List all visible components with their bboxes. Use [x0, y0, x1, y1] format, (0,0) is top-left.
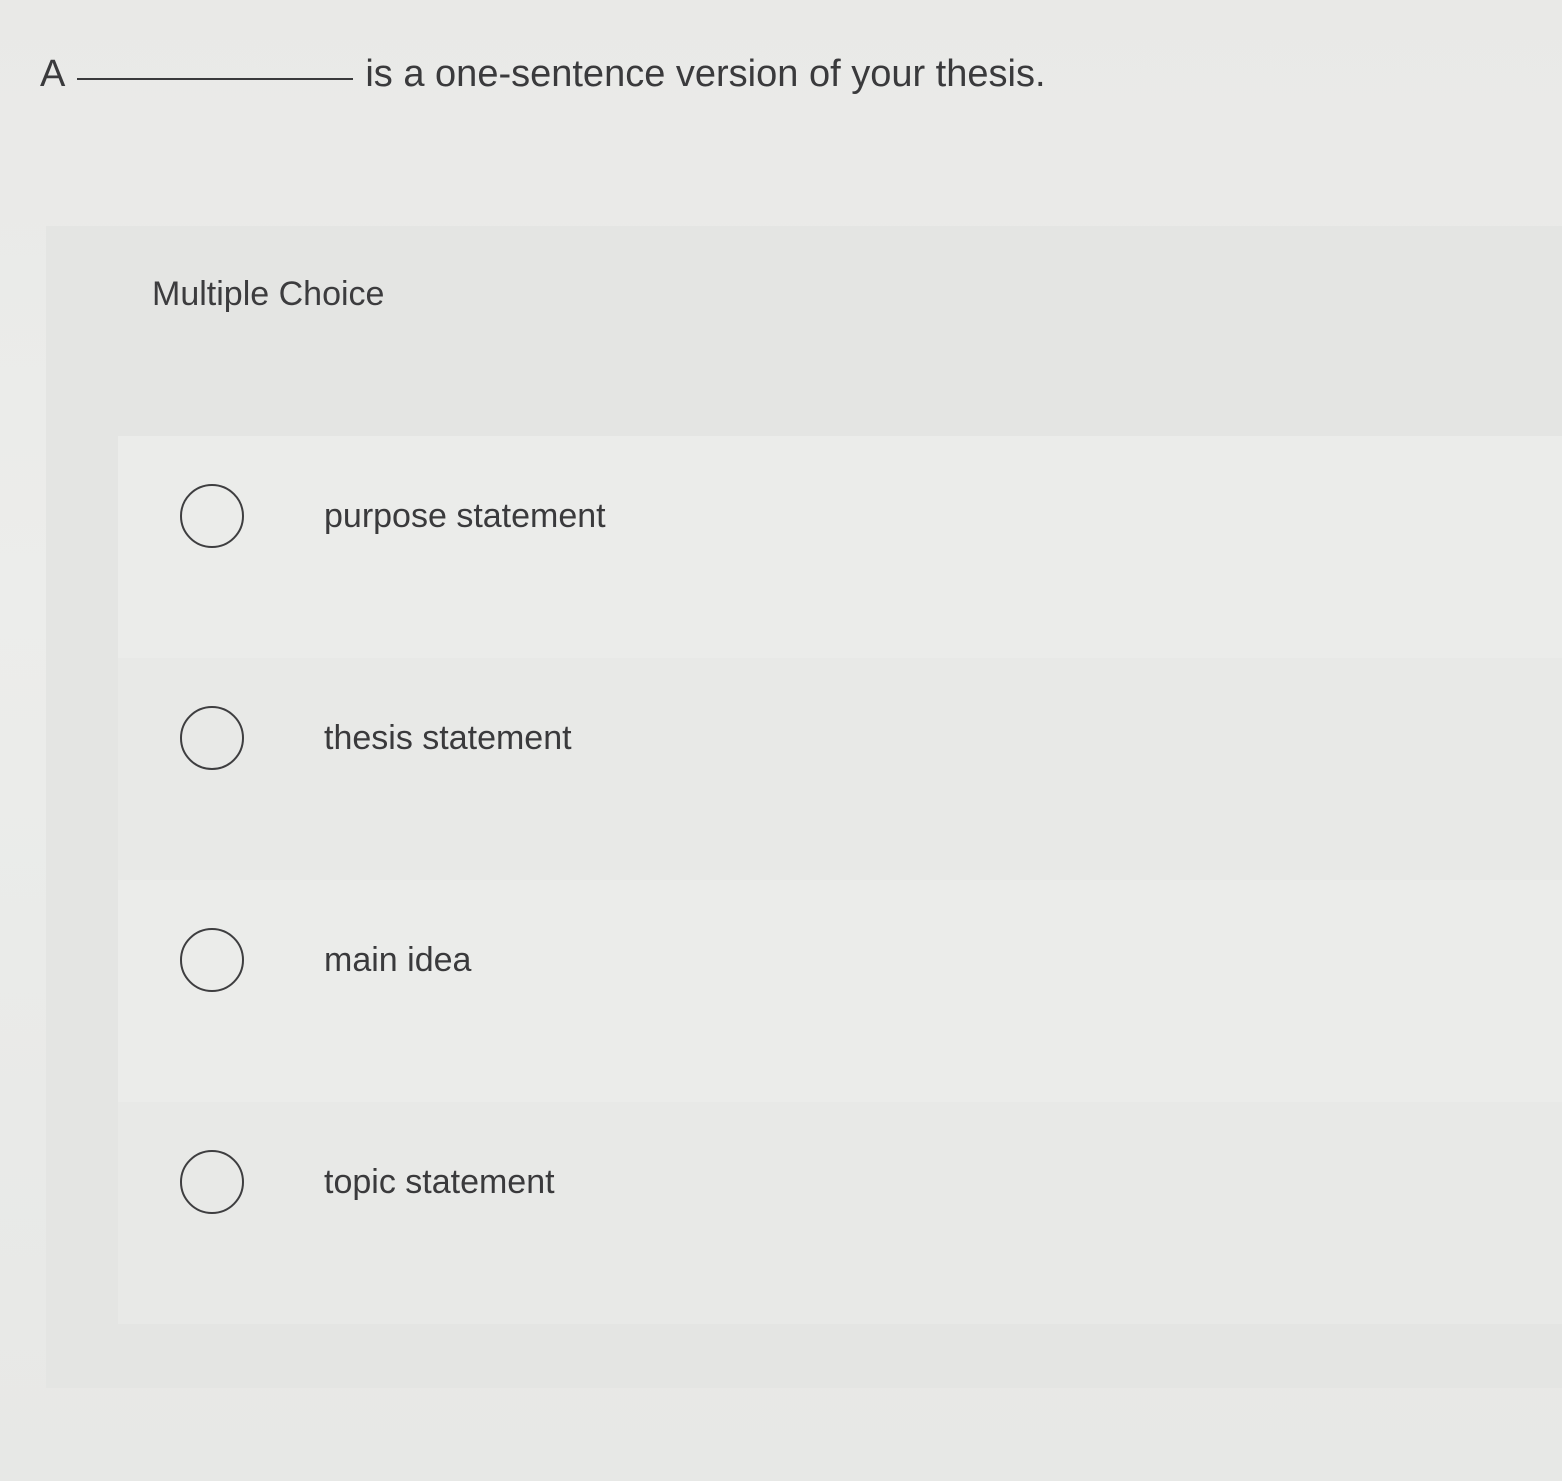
option-topic-statement[interactable]: topic statement — [118, 1102, 1562, 1324]
page: { "question": { "prefix": "A", "suffix":… — [0, 0, 1562, 1481]
question-text: A is a one-sentence version of your thes… — [40, 44, 1046, 104]
radio-button[interactable] — [180, 1150, 244, 1214]
option-label: purpose statement — [324, 497, 606, 535]
radio-button[interactable] — [180, 928, 244, 992]
question-suffix: is a one-sentence version of your thesis… — [365, 53, 1046, 95]
option-label: thesis statement — [324, 719, 572, 757]
panel-title: Multiple Choice — [152, 275, 385, 313]
answer-blank — [77, 77, 354, 80]
radio-button[interactable] — [180, 706, 244, 770]
option-thesis-statement[interactable]: thesis statement — [118, 658, 1562, 880]
multiple-choice-panel: Multiple Choice purpose statement thesis… — [46, 226, 1562, 1388]
option-purpose-statement[interactable]: purpose statement — [118, 436, 1562, 658]
question-prefix: A — [40, 53, 66, 95]
option-label: topic statement — [324, 1163, 555, 1201]
option-label: main idea — [324, 941, 472, 979]
radio-button[interactable] — [180, 484, 244, 548]
options-list: purpose statement thesis statement main … — [118, 436, 1562, 1324]
option-main-idea[interactable]: main idea — [118, 880, 1562, 1102]
